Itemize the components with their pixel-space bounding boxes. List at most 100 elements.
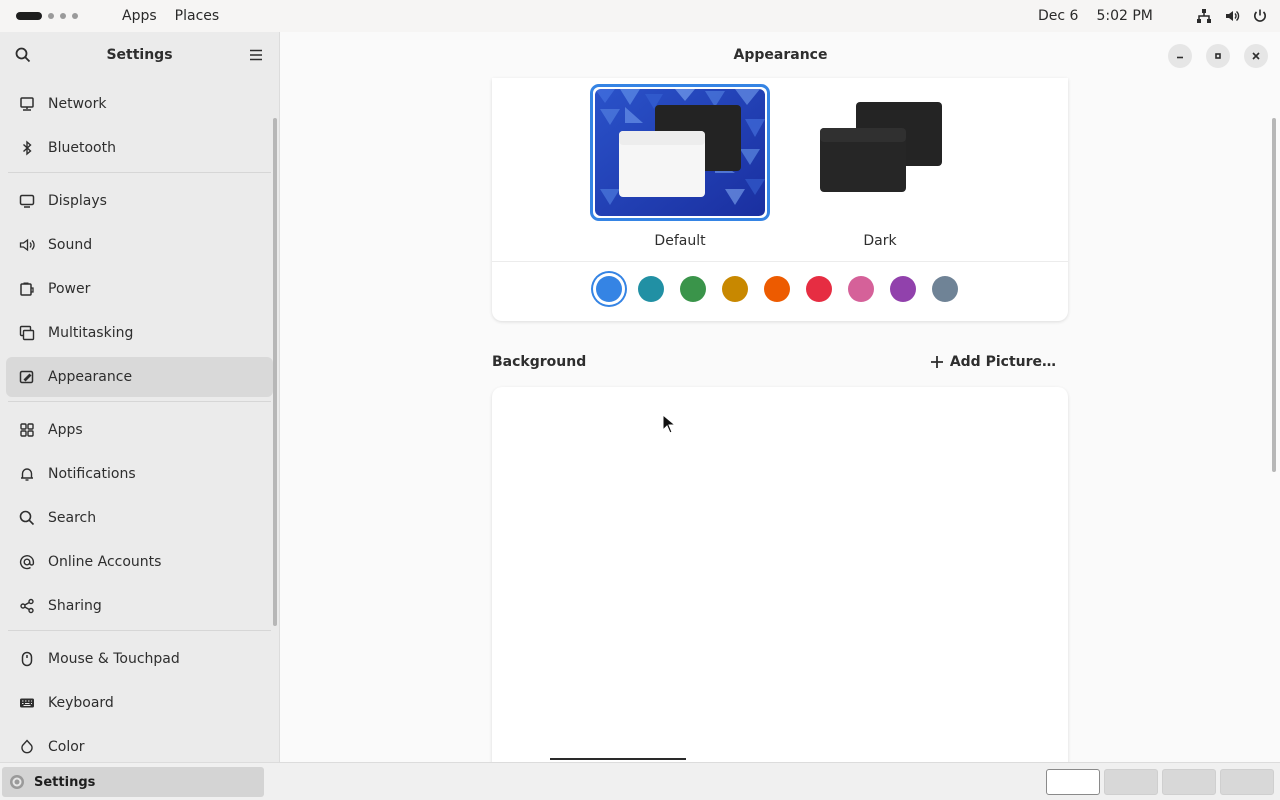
workspace-3[interactable]	[1162, 769, 1216, 795]
search-icon[interactable]	[14, 46, 32, 64]
sidebar-title: Settings	[106, 47, 173, 63]
add-picture-button[interactable]: Add Picture…	[930, 354, 1056, 370]
accent-color-swatches	[596, 276, 958, 302]
accent-color-swatch[interactable]	[848, 276, 874, 302]
keyboard-icon	[19, 695, 35, 711]
sidebar-item-online-accounts[interactable]: Online Accounts	[6, 542, 273, 582]
card-separator	[492, 261, 1068, 262]
background-thumbnail-edge[interactable]	[550, 758, 686, 760]
sidebar-item-label: Sharing	[48, 598, 102, 614]
sidebar-separator	[8, 401, 271, 402]
sidebar-item-label: Power	[48, 281, 91, 297]
sidebar-item-label: Keyboard	[48, 695, 114, 711]
sidebar-item-label: Bluetooth	[48, 140, 116, 156]
active-workspace-pill	[16, 12, 42, 20]
workspace-dot	[60, 13, 66, 19]
background-gallery	[492, 387, 1068, 762]
bottom-taskbar: Settings	[0, 762, 1280, 800]
settings-gear-icon	[10, 775, 24, 789]
background-title: Background	[492, 354, 587, 370]
dark-style-preview	[790, 84, 970, 221]
default-wallpaper-preview	[595, 89, 765, 216]
bell-icon	[19, 466, 35, 482]
apps-menu[interactable]: Apps	[122, 8, 157, 24]
sidebar-item-sound[interactable]: Sound	[6, 225, 273, 265]
workspace-4[interactable]	[1220, 769, 1274, 795]
places-menu[interactable]: Places	[175, 8, 220, 24]
sidebar-item-label: Appearance	[48, 369, 133, 385]
page-title: Appearance	[733, 47, 828, 63]
network-wired-icon[interactable]	[1196, 8, 1212, 24]
sidebar-header: Settings	[0, 32, 279, 78]
sidebar-separator	[8, 172, 271, 173]
hamburger-menu-icon[interactable]	[247, 46, 265, 64]
system-tray[interactable]	[1196, 0, 1268, 32]
main-header: Appearance	[281, 32, 1280, 78]
sidebar-item-displays[interactable]: Displays	[6, 181, 273, 221]
maximize-button[interactable]	[1206, 44, 1230, 68]
volume-icon[interactable]	[1224, 8, 1240, 24]
sidebar-item-search[interactable]: Search	[6, 498, 273, 538]
sidebar-item-mouse-touchpad[interactable]: Mouse & Touchpad	[6, 639, 273, 679]
sidebar-item-label: Multitasking	[48, 325, 134, 341]
sidebar-item-sharing[interactable]: Sharing	[6, 586, 273, 626]
sidebar-item-label: Sound	[48, 237, 93, 253]
style-default-option[interactable]: Default	[590, 84, 770, 249]
sidebar-item-apps[interactable]: Apps	[6, 410, 273, 450]
plus-icon	[930, 356, 943, 368]
add-picture-label: Add Picture…	[949, 354, 1056, 370]
accent-color-swatch[interactable]	[764, 276, 790, 302]
sidebar-item-keyboard[interactable]: Keyboard	[6, 683, 273, 723]
style-card: Default Dark	[492, 78, 1068, 321]
settings-sidebar: Settings Network Bluetooth Displays Soun…	[0, 32, 280, 762]
style-default-thumbnail[interactable]	[590, 84, 770, 221]
accent-color-swatch[interactable]	[722, 276, 748, 302]
workspace-2[interactable]	[1104, 769, 1158, 795]
sidebar-item-label: Network	[48, 96, 107, 112]
sidebar-item-network[interactable]: Network	[6, 84, 273, 124]
taskbar-window-settings[interactable]: Settings	[2, 767, 264, 797]
style-default-label: Default	[654, 233, 706, 249]
display-icon	[19, 193, 35, 209]
sidebar-item-bluetooth[interactable]: Bluetooth	[6, 128, 273, 168]
activities-indicator[interactable]	[16, 12, 90, 20]
accent-color-swatch[interactable]	[596, 276, 622, 302]
workspace-switcher	[1046, 769, 1274, 795]
accent-color-swatch[interactable]	[932, 276, 958, 302]
accent-color-swatch[interactable]	[806, 276, 832, 302]
style-dark-option[interactable]: Dark	[790, 84, 970, 249]
sound-icon	[19, 237, 35, 253]
at-icon	[19, 554, 35, 570]
style-dark-thumbnail[interactable]	[790, 84, 970, 221]
top-bar: Apps Places Dec 6 5:02 PM	[0, 0, 1280, 32]
minimize-button[interactable]	[1168, 44, 1192, 68]
appearance-icon	[19, 369, 35, 385]
clock[interactable]: Dec 6 5:02 PM	[1038, 0, 1153, 32]
accent-color-swatch[interactable]	[638, 276, 664, 302]
sidebar-item-label: Notifications	[48, 466, 136, 482]
minimize-icon	[1177, 56, 1183, 59]
sidebar-item-power[interactable]: Power	[6, 269, 273, 309]
clock-date: Dec 6	[1038, 8, 1079, 24]
power-icon[interactable]	[1252, 8, 1268, 24]
taskbar-window-label: Settings	[34, 774, 96, 790]
mouse-cursor-icon	[662, 414, 676, 434]
sidebar-item-notifications[interactable]: Notifications	[6, 454, 273, 494]
sidebar-scrollbar[interactable]	[273, 118, 277, 626]
workspace-dot	[48, 13, 54, 19]
sidebar-item-multitasking[interactable]: Multitasking	[6, 313, 273, 353]
sidebar-item-color[interactable]: Color	[6, 727, 273, 762]
accent-color-swatch[interactable]	[890, 276, 916, 302]
workspace-1[interactable]	[1046, 769, 1100, 795]
bluetooth-icon	[19, 140, 35, 156]
workspace-dot	[72, 13, 78, 19]
apps-grid-icon	[19, 422, 35, 438]
sidebar-item-label: Mouse & Touchpad	[48, 651, 180, 667]
accent-color-swatch[interactable]	[680, 276, 706, 302]
sidebar-item-label: Apps	[48, 422, 83, 438]
sidebar-item-label: Search	[48, 510, 97, 526]
main-scrollbar[interactable]	[1272, 118, 1276, 472]
close-button[interactable]	[1244, 44, 1268, 68]
window-controls	[1168, 44, 1268, 68]
sidebar-item-appearance[interactable]: Appearance	[6, 357, 273, 397]
